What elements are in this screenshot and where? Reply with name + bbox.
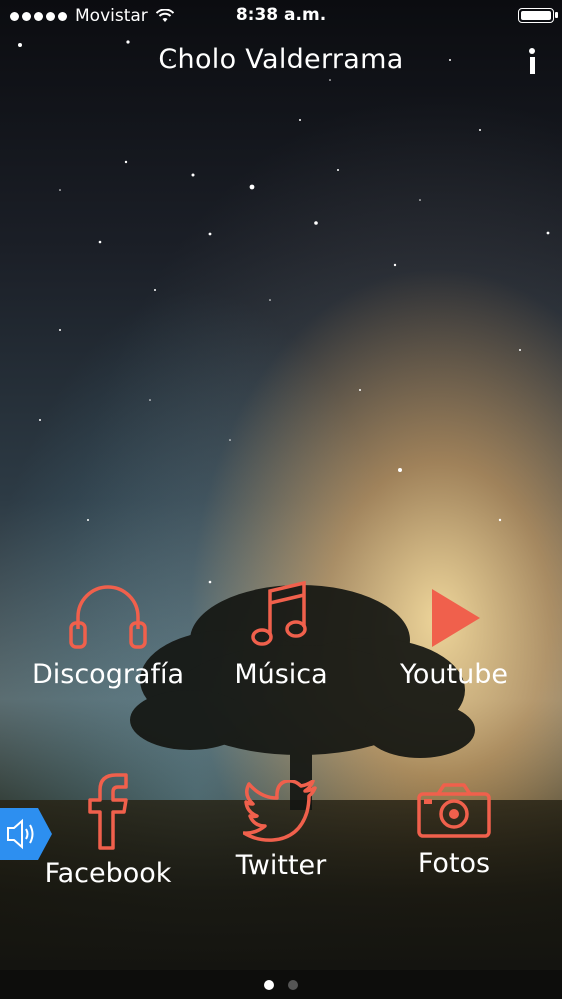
- page-indicator: [0, 970, 562, 999]
- music-note-icon: [251, 580, 307, 646]
- menu-item-fotos[interactable]: Fotos: [364, 782, 544, 879]
- headphones-icon: [69, 585, 147, 649]
- menu-label: Fotos: [417, 848, 491, 879]
- menu-item-discografia[interactable]: Discografía: [18, 585, 198, 690]
- status-time: 8:38 a.m.: [235, 5, 327, 25]
- status-bar: Movistar 8:38 a.m.: [0, 0, 562, 32]
- facebook-icon: [88, 773, 128, 850]
- menu-item-twitter[interactable]: Twitter: [191, 780, 371, 881]
- page-dot[interactable]: [288, 980, 298, 990]
- info-icon[interactable]: [526, 48, 538, 76]
- sound-toggle-button[interactable]: [0, 808, 52, 860]
- menu-label: Twitter: [235, 850, 327, 881]
- menu-label: Facebook: [44, 858, 172, 889]
- play-icon: [432, 589, 480, 647]
- menu-item-youtube[interactable]: Youtube: [364, 585, 544, 690]
- menu-label: Discografía: [31, 659, 185, 690]
- twitter-bird-icon: [243, 780, 317, 842]
- battery-icon: [518, 8, 558, 23]
- page-title: Cholo Valderrama: [158, 44, 404, 75]
- camera-icon: [417, 783, 491, 838]
- menu-item-musica[interactable]: Música: [191, 579, 371, 690]
- speaker-icon: [0, 808, 52, 860]
- page-dot-active[interactable]: [264, 980, 274, 990]
- menu-label: Youtube: [400, 659, 508, 690]
- menu-label: Música: [234, 659, 328, 690]
